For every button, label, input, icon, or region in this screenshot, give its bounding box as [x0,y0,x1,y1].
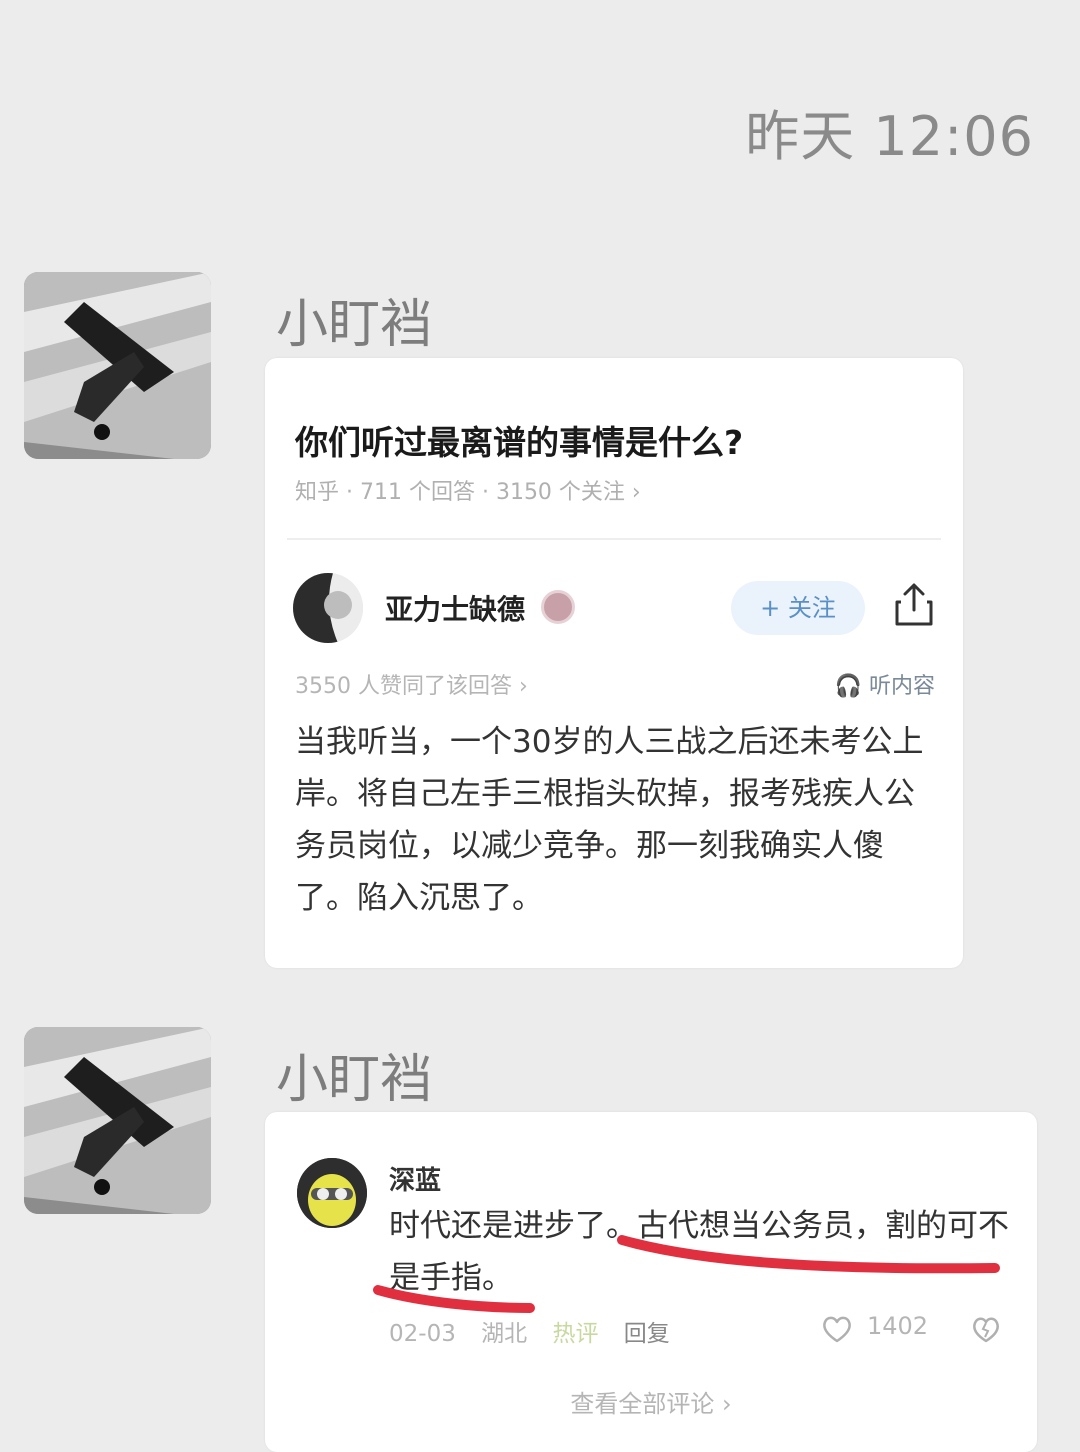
comment-text: 时代还是进步了。古代想当公务员，割的可不是手指。 [389,1208,1009,1296]
question-meta[interactable]: 知乎 · 711 个回答 · 3150 个关注 › [295,474,641,506]
reply-button[interactable]: 回复 [624,1321,670,1347]
gun-photo-icon [24,272,211,459]
divider [287,538,941,540]
comment-meta: 02-03 湖北 热评 回复 [389,1314,688,1348]
sender-avatar[interactable] [24,272,211,459]
heart-icon[interactable] [821,1314,853,1344]
gun-photo-icon [24,1027,211,1214]
dislike-icon[interactable] [971,1314,1001,1344]
author-badge-icon [541,590,575,624]
answer-text: 当我听当，一个30岁的人三战之后还未考公上岸。将自己左手三根指头砍掉，报考残疾人… [295,724,924,916]
comment-location: 湖北 [481,1321,528,1347]
listen-label: 听内容 [868,674,935,699]
sender-name: 小盯裆 [276,1050,433,1110]
shared-comment-card[interactable]: 深蓝 时代还是进步了。古代想当公务员，割的可不是手指。 02-03 湖北 热评 … [265,1112,1037,1452]
follow-button[interactable]: + 关注 [731,581,865,635]
votes-count[interactable]: 3550 人赞同了该回答 › [295,668,528,700]
sender-name: 小盯裆 [276,295,433,355]
like-count: 1402 [867,1312,929,1340]
message-timestamp: 昨天 12:06 [745,105,1034,168]
comment-date: 02-03 [389,1321,456,1347]
question-title[interactable]: 你们听过最离谱的事情是什么? [295,416,743,464]
hot-comment-badge: 热评 [552,1321,599,1347]
author-name[interactable]: 亚力士缺德 [385,588,525,628]
commenter-name[interactable]: 深蓝 [389,1160,441,1197]
sender-avatar[interactable] [24,1027,211,1214]
author-avatar[interactable] [293,573,363,643]
headphones-icon: 🎧 [834,674,862,699]
listen-button[interactable]: 🎧 听内容 [835,668,935,700]
view-all-comments-link[interactable]: 查看全部评论 › [265,1384,1037,1419]
commenter-avatar[interactable] [297,1158,367,1228]
shared-answer-card[interactable]: 你们听过最离谱的事情是什么? 知乎 · 711 个回答 · 3150 个关注 ›… [265,358,963,968]
share-icon[interactable] [893,582,935,628]
